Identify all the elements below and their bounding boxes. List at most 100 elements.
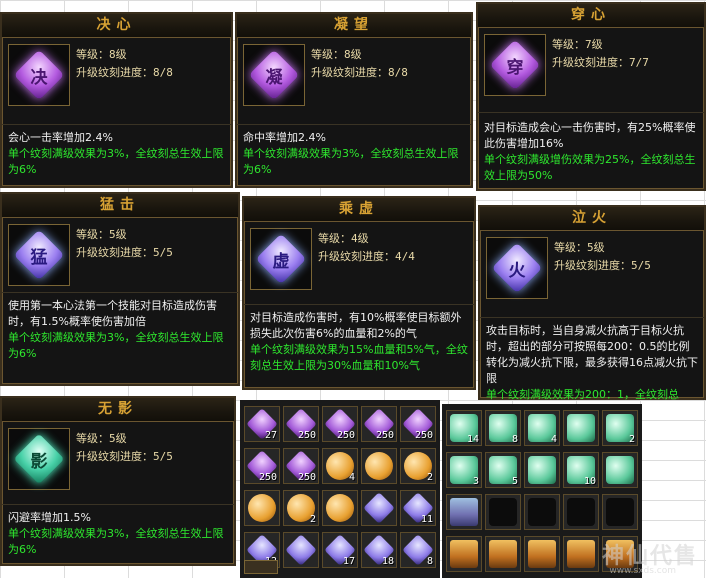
inventory-slot[interactable]: [485, 494, 521, 530]
inventory-slot[interactable]: [563, 410, 599, 446]
inventory-slot[interactable]: [524, 494, 560, 530]
divider: [2, 124, 231, 125]
inscription-icon-slot[interactable]: 凝: [243, 44, 305, 106]
level-row: 等级：7级: [552, 36, 603, 52]
inscription-gem-icon: 影: [13, 433, 65, 485]
inscription-icon-slot[interactable]: 虚: [250, 228, 312, 290]
treasure-chest-icon: [450, 498, 478, 526]
expand-arrow-button[interactable]: [244, 560, 278, 574]
item-count: 250: [375, 430, 394, 441]
inventory-slot[interactable]: 250: [283, 406, 319, 442]
level-value: 5级: [109, 228, 127, 241]
inventory-slot[interactable]: [524, 452, 560, 488]
effect-cap-note: 单个纹刻满级增伤效果为25%，全纹刻总生效上限为50%: [484, 153, 696, 182]
effect-text: 使用第一本心法第一个技能对目标造成伤害时，有1.5%概率使伤害加倍: [8, 299, 217, 328]
inventory-slot[interactable]: 2: [602, 410, 638, 446]
level-label: 等级：: [311, 48, 344, 61]
gem-glyph: 火: [508, 260, 526, 281]
item-count: 4: [550, 434, 557, 445]
inventory-slot[interactable]: 4: [322, 448, 358, 484]
effect-cap-note: 单个纹刻满级效果为15%血量和5%气，全纹刻总生效上限为30%血量和10%气: [250, 343, 468, 372]
progress-value: 4/4: [395, 250, 415, 263]
divider: [478, 112, 704, 113]
effect-text: 对目标造成伤害时，有10%概率使目标额外损失此次伤害6%的血量和2%的气: [250, 311, 462, 340]
effect-cap-note: 单个纹刻满级效果为3%，全纹刻总生效上限为6%: [8, 527, 224, 556]
item-count: 2: [628, 434, 635, 445]
level-row: 等级：5级: [554, 239, 605, 255]
inventory-left: 27250250250250250250422111217188: [240, 400, 440, 578]
inventory-slot[interactable]: 5: [485, 452, 521, 488]
progress-value: 8/8: [388, 66, 408, 79]
inscription-card-wuying: 无影 影 等级：5级 升级纹刻进度：5/5 闪避率增加1.5% 单个纹刻满级效果…: [0, 396, 236, 566]
level-value: 8级: [109, 48, 127, 61]
inventory-slot[interactable]: 250: [400, 406, 436, 442]
effect-description: 命中率增加2.4% 单个纹刻满级效果为3%，全纹刻总生效上限为6%: [243, 130, 465, 178]
gem-glyph: 虚: [272, 251, 290, 272]
inventory-slot[interactable]: 2: [400, 448, 436, 484]
inventory-slot[interactable]: [244, 490, 280, 526]
item-count: 17: [342, 556, 355, 567]
item-count: 8: [426, 556, 433, 567]
inventory-slot[interactable]: [563, 536, 599, 572]
inventory-slot[interactable]: 250: [283, 448, 319, 484]
inventory-slot[interactable]: [361, 490, 397, 526]
inscription-gem-icon: 穿: [489, 39, 541, 91]
gem-glyph: 影: [30, 451, 48, 472]
effect-cap-note: 单个纹刻满级效果为3%，全纹刻总生效上限为6%: [8, 331, 224, 360]
effect-description: 使用第一本心法第一个技能对目标造成伤害时，有1.5%概率使伤害加倍 单个纹刻满级…: [8, 298, 232, 362]
inscription-icon-slot[interactable]: 影: [8, 428, 70, 490]
progress-row: 升级纹刻进度：7/7: [552, 54, 649, 70]
inventory-slot[interactable]: 14: [446, 410, 482, 446]
inventory-slot[interactable]: 17: [322, 532, 358, 568]
level-row: 等级：8级: [76, 46, 127, 62]
item-count: 10: [583, 476, 596, 487]
level-row: 等级：5级: [76, 430, 127, 446]
inscription-icon-slot[interactable]: 决: [8, 44, 70, 106]
inventory-slot[interactable]: 250: [244, 448, 280, 484]
inventory-slot[interactable]: [485, 536, 521, 572]
progress-row: 升级纹刻进度：5/5: [554, 257, 651, 273]
inventory-slot[interactable]: [446, 536, 482, 572]
inventory-slot[interactable]: 18: [361, 532, 397, 568]
progress-value: 7/7: [629, 56, 649, 69]
divider: [244, 304, 474, 305]
inventory-slot[interactable]: 250: [322, 406, 358, 442]
inventory-slot[interactable]: [361, 448, 397, 484]
effect-description: 会心一击率增加2.4% 单个纹刻满级效果为3%，全纹刻总生效上限为6%: [8, 130, 225, 178]
inventory-slot[interactable]: 11: [400, 490, 436, 526]
item-count: 250: [414, 430, 433, 441]
inventory-slot[interactable]: 8: [400, 532, 436, 568]
inscription-gem-icon: 猛: [13, 229, 65, 281]
inventory-slot[interactable]: 27: [244, 406, 280, 442]
inventory-slot[interactable]: [602, 494, 638, 530]
inventory-slot[interactable]: [602, 452, 638, 488]
level-label: 等级：: [552, 38, 585, 51]
inscription-gem-icon: 凝: [248, 49, 300, 101]
level-value: 5级: [587, 241, 605, 254]
inventory-slot[interactable]: 250: [361, 406, 397, 442]
inventory-slot[interactable]: 3: [446, 452, 482, 488]
watermark-url: www.sxds.com: [609, 566, 676, 576]
inscription-icon-slot[interactable]: 穿: [484, 34, 546, 96]
inventory-slot[interactable]: 8: [485, 410, 521, 446]
inventory-slot[interactable]: [446, 494, 482, 530]
progress-row: 升级纹刻进度：4/4: [318, 248, 415, 264]
inventory-slot[interactable]: 10: [563, 452, 599, 488]
treasure-chest-icon: [489, 540, 517, 568]
item-count: 2: [309, 514, 316, 525]
inventory-slot[interactable]: [322, 490, 358, 526]
inventory-slot[interactable]: [563, 494, 599, 530]
card-title: 无影: [2, 398, 234, 422]
inventory-slot[interactable]: [283, 532, 319, 568]
inscription-card-mengji: 猛击 猛 等级：5级 升级纹刻进度：5/5 使用第一本心法第一个技能对目标造成伤…: [0, 192, 240, 386]
level-value: 4级: [351, 232, 369, 245]
progress-value: 5/5: [631, 259, 651, 272]
effect-text: 对目标造成会心一击伤害时，有25%概率使此伤害增加16%: [484, 121, 696, 150]
inventory-slot[interactable]: 4: [524, 410, 560, 446]
inventory-slot[interactable]: [524, 536, 560, 572]
inscription-icon-slot[interactable]: 火: [486, 237, 548, 299]
inscription-item-icon: [285, 534, 317, 566]
effect-cap-note: 单个纹刻满级效果为3%，全纹刻总生效上限为6%: [8, 147, 224, 176]
inventory-slot[interactable]: 2: [283, 490, 319, 526]
inscription-icon-slot[interactable]: 猛: [8, 224, 70, 286]
